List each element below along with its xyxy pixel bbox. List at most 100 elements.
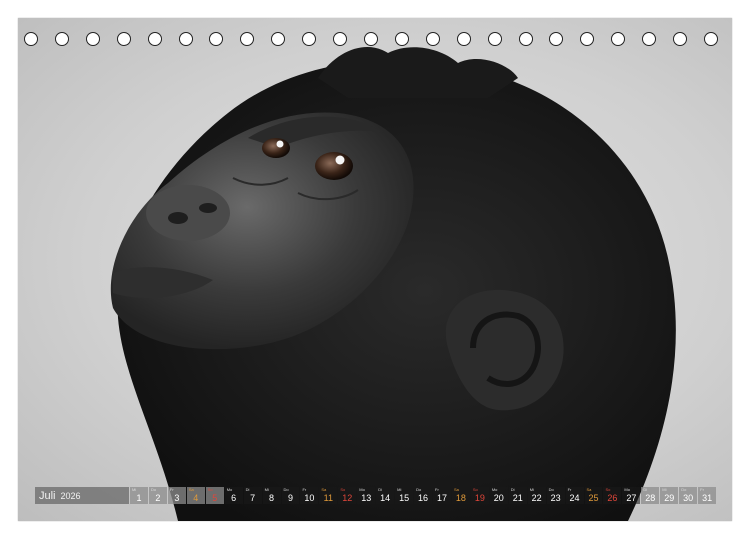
calendar-day: Mi 1 bbox=[130, 487, 148, 504]
binding-hole bbox=[394, 32, 409, 46]
gorilla-nose bbox=[146, 185, 230, 241]
binding-hole bbox=[673, 32, 688, 46]
day-number: 17 bbox=[436, 493, 447, 503]
gorilla-photo bbox=[110, 46, 676, 521]
hair-tuft bbox=[318, 46, 518, 98]
binding-hole bbox=[24, 32, 38, 46]
binding-hole bbox=[85, 32, 100, 46]
day-number: 21 bbox=[512, 493, 523, 503]
calendar-day: Sa 25 bbox=[584, 487, 603, 504]
binding-hole bbox=[704, 32, 718, 46]
day-number: 7 bbox=[250, 493, 256, 503]
weekday-label: Fr bbox=[302, 487, 307, 492]
day-number: 15 bbox=[399, 493, 410, 503]
binding-holes bbox=[18, 32, 732, 48]
calendar-sheet: Juli 2026 Mi 1 Do 2 Fr 3 Sa 4 So 5 Mo 6 Di 7 Mi 8 Do 9 Fr 1… bbox=[18, 18, 732, 521]
day-number: 13 bbox=[361, 493, 372, 503]
month-label: Juli 2026 bbox=[35, 487, 129, 504]
day-number: 27 bbox=[626, 493, 637, 503]
binding-hole bbox=[178, 32, 193, 46]
weekday-label: Do bbox=[548, 487, 554, 492]
day-number: 4 bbox=[193, 493, 199, 503]
calendar-page: Juli 2026 Mi 1 Do 2 Fr 3 Sa 4 So 5 Mo 6 Di 7 Mi 8 Do 9 Fr 1… bbox=[0, 0, 750, 539]
calendar-day: Mo 13 bbox=[357, 487, 376, 504]
month-year: 2026 bbox=[60, 490, 81, 501]
calendar-day: So 26 bbox=[603, 487, 622, 504]
calendar-day: Sa 11 bbox=[319, 487, 338, 504]
calendar-day: Di 14 bbox=[376, 487, 395, 504]
calendar-day: Fr 31 bbox=[698, 487, 717, 504]
weekday-label: Mi bbox=[132, 487, 137, 492]
calendar-day: Sa 18 bbox=[451, 487, 470, 504]
weekday-label: Di bbox=[643, 487, 648, 492]
day-number: 19 bbox=[474, 493, 485, 503]
weekday-label: So bbox=[605, 487, 611, 492]
weekday-label: Mi bbox=[397, 487, 402, 492]
binding-hole bbox=[54, 32, 69, 46]
weekday-label: Do bbox=[681, 487, 687, 492]
weekday-label: Sa bbox=[188, 487, 194, 492]
weekday-label: Fr bbox=[700, 487, 704, 492]
weekday-label: So bbox=[472, 487, 478, 492]
binding-hole bbox=[333, 32, 348, 46]
weekday-label: Sa bbox=[321, 487, 327, 492]
day-number: 20 bbox=[493, 493, 504, 503]
day-number: 24 bbox=[569, 493, 580, 503]
calendar-day: Di 7 bbox=[243, 487, 262, 504]
calendar-day: So 12 bbox=[338, 487, 357, 504]
calendar-bar: Juli 2026 Mi 1 Do 2 Fr 3 Sa 4 So 5 Mo 6 Di 7 Mi 8 Do 9 Fr 1… bbox=[35, 487, 717, 504]
weekday-label: Di bbox=[245, 487, 250, 492]
weekday-label: Mi bbox=[662, 487, 667, 492]
calendar-day: Mi 29 bbox=[660, 487, 679, 504]
day-number: 18 bbox=[455, 493, 466, 503]
binding-hole bbox=[549, 32, 564, 46]
weekday-label: Mo bbox=[491, 487, 498, 492]
binding-hole bbox=[240, 32, 255, 46]
day-number: 28 bbox=[645, 493, 656, 503]
month-name: Juli bbox=[39, 489, 56, 502]
left-eye bbox=[262, 138, 290, 158]
binding-hole bbox=[518, 32, 533, 46]
weekday-label: Fr bbox=[435, 487, 439, 492]
day-number: 23 bbox=[550, 493, 561, 503]
weekday-label: Do bbox=[416, 487, 422, 492]
weekday-label: Mo bbox=[226, 487, 233, 492]
binding-hole bbox=[147, 32, 162, 46]
day-number: 26 bbox=[607, 493, 618, 503]
binding-hole bbox=[425, 32, 440, 46]
calendar-day: Fr 10 bbox=[300, 487, 319, 504]
day-number: 14 bbox=[380, 493, 391, 503]
calendar-day: Mo 20 bbox=[489, 487, 508, 504]
right-eye bbox=[315, 152, 353, 180]
weekday-label: Mo bbox=[624, 487, 630, 492]
weekday-label: Fr bbox=[567, 487, 572, 492]
binding-hole bbox=[456, 32, 471, 46]
binding-hole bbox=[116, 32, 131, 46]
weekday-label: Sa bbox=[453, 487, 459, 492]
nostril bbox=[199, 203, 217, 213]
weekday-label: Di bbox=[378, 487, 382, 492]
eye-highlight bbox=[276, 140, 284, 148]
day-number: 8 bbox=[269, 493, 275, 503]
weekday-label: Mi bbox=[264, 487, 269, 492]
day-number: 11 bbox=[323, 493, 334, 503]
weekday-label: Mi bbox=[529, 487, 534, 492]
calendar-day: Do 2 bbox=[148, 487, 167, 504]
day-number: 1 bbox=[136, 493, 142, 503]
eye-highlight bbox=[335, 155, 345, 165]
day-number: 16 bbox=[418, 493, 429, 503]
nostril bbox=[168, 212, 188, 224]
day-number: 30 bbox=[683, 493, 694, 503]
calendar-day: Do 30 bbox=[679, 487, 698, 504]
weekday-label: Sa bbox=[586, 487, 592, 492]
calendar-day: Mo 6 bbox=[224, 487, 243, 504]
calendar-day: So 5 bbox=[205, 487, 224, 504]
day-number: 3 bbox=[174, 493, 180, 503]
day-number: 10 bbox=[304, 493, 315, 503]
calendar-day: Fr 17 bbox=[433, 487, 451, 504]
calendar-day: Fr 3 bbox=[167, 487, 186, 504]
binding-hole bbox=[642, 32, 657, 46]
calendar-day: Sa 4 bbox=[186, 487, 205, 504]
day-number: 5 bbox=[212, 493, 218, 503]
binding-hole bbox=[302, 32, 317, 46]
